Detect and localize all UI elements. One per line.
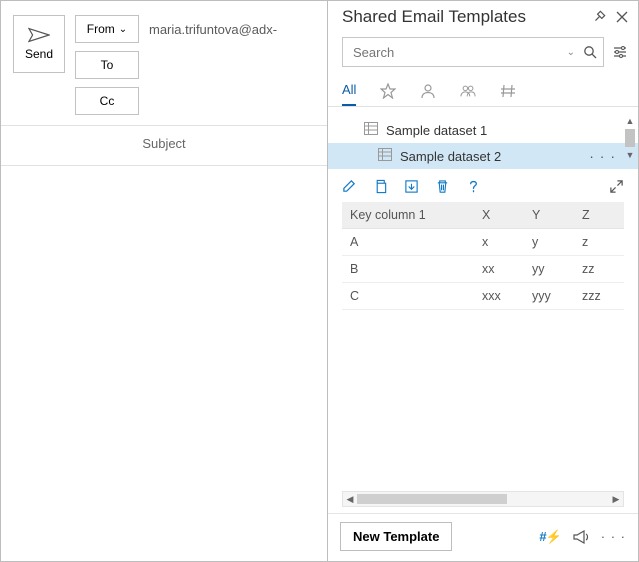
pin-icon[interactable] — [592, 10, 606, 24]
megaphone-icon[interactable] — [573, 530, 589, 544]
tab-team[interactable] — [460, 75, 476, 106]
copy-icon[interactable] — [373, 179, 388, 194]
search-icon[interactable] — [583, 45, 597, 59]
close-icon[interactable] — [616, 10, 628, 24]
field-buttons-column: From ⌄ To Cc — [75, 15, 139, 115]
dataset-tree: Sample dataset 1 Sample dataset 2 · · · — [328, 107, 638, 169]
to-button[interactable]: To — [75, 51, 139, 79]
help-icon[interactable] — [466, 179, 481, 194]
grid-spacer — [342, 310, 624, 487]
grid-cell: zz — [574, 256, 624, 283]
grid-header[interactable]: Z — [574, 202, 624, 229]
search-box[interactable]: ⌄ — [342, 37, 604, 67]
tree-item[interactable]: Sample dataset 1 — [328, 117, 638, 143]
send-label: Send — [25, 47, 53, 61]
compose-panel: Send From ⌄ To Cc maria.trifuntova@adx- — [1, 1, 327, 561]
templates-panel: Shared Email Templates ⌄ — [327, 1, 638, 561]
scroll-down-icon[interactable]: ▼ — [626, 149, 635, 161]
chevron-down-icon[interactable]: ⌄ — [567, 47, 575, 58]
new-template-button[interactable]: New Template — [340, 522, 452, 551]
send-icon — [28, 27, 50, 43]
grid-cell: z — [574, 229, 624, 256]
cc-button[interactable]: Cc — [75, 87, 139, 115]
dataset-icon — [378, 148, 392, 164]
grid-cell: yyy — [524, 283, 574, 310]
from-value[interactable]: maria.trifuntova@adx- — [149, 15, 315, 43]
scroll-right-icon[interactable]: ▶ — [609, 494, 623, 505]
grid-cell: B — [342, 256, 474, 283]
grid-cell: x — [474, 229, 524, 256]
person-icon — [420, 83, 436, 99]
search-input[interactable] — [353, 45, 567, 60]
tabs: All — [328, 73, 638, 107]
team-icon — [460, 83, 476, 99]
to-value[interactable] — [149, 51, 315, 79]
hash-icon — [500, 83, 516, 99]
expand-icon[interactable] — [609, 179, 624, 194]
edit-icon[interactable] — [342, 179, 357, 194]
dataset-toolbar — [328, 169, 638, 202]
grid-cell: zzz — [574, 283, 624, 310]
from-button[interactable]: From ⌄ — [75, 15, 139, 43]
star-icon — [380, 83, 396, 99]
subject-label: Subject — [142, 136, 185, 151]
tree-item-label: Sample dataset 2 — [400, 149, 501, 164]
grid-header[interactable]: Y — [524, 202, 574, 229]
cc-value[interactable] — [149, 87, 315, 115]
scroll-thumb[interactable] — [625, 129, 635, 147]
grid-header[interactable]: X — [474, 202, 524, 229]
grid-cell: A — [342, 229, 474, 256]
tab-all[interactable]: All — [342, 75, 356, 106]
send-button[interactable]: Send — [13, 15, 65, 73]
tab-person[interactable] — [420, 75, 436, 106]
grid-header[interactable]: Key column 1 — [342, 202, 474, 229]
grid-header-row: Key column 1 X Y Z — [342, 202, 624, 229]
data-grid: Key column 1 X Y Z A x y z — [342, 202, 624, 310]
more-icon[interactable]: · · · — [589, 148, 616, 164]
from-label: From — [87, 22, 115, 36]
table-row[interactable]: C xxx yyy zzz — [342, 283, 624, 310]
footer-actions: #⚡ · · · — [539, 529, 626, 545]
field-values-column: maria.trifuntova@adx- — [149, 15, 315, 115]
scroll-up-icon[interactable]: ▲ — [626, 115, 635, 127]
tab-favorites[interactable] — [380, 75, 396, 106]
subject-field[interactable]: Subject — [1, 126, 327, 166]
grid-cell: xx — [474, 256, 524, 283]
import-icon[interactable] — [404, 179, 419, 194]
compose-body[interactable] — [1, 166, 327, 561]
cc-label: Cc — [100, 94, 115, 108]
grid-cell: C — [342, 283, 474, 310]
chevron-down-icon: ⌄ — [119, 24, 127, 35]
scroll-thumb[interactable] — [357, 494, 507, 504]
vertical-scrollbar[interactable]: ▲ ▼ — [622, 115, 638, 175]
grid-cell: xxx — [474, 283, 524, 310]
scroll-track[interactable] — [357, 492, 609, 506]
tree-item-selected[interactable]: Sample dataset 2 · · · — [328, 143, 638, 169]
horizontal-scrollbar[interactable]: ◀ ▶ — [342, 491, 624, 507]
more-icon[interactable]: · · · — [601, 529, 626, 544]
dataset-icon — [364, 122, 378, 138]
panel-header: Shared Email Templates — [328, 1, 638, 31]
compose-header: Send From ⌄ To Cc maria.trifuntova@adx- — [1, 1, 327, 126]
delete-icon[interactable] — [435, 179, 450, 194]
panel-footer: New Template #⚡ · · · — [328, 513, 638, 561]
grid-cell: yy — [524, 256, 574, 283]
content-area: Sample dataset 1 Sample dataset 2 · · · … — [328, 107, 638, 513]
panel-title: Shared Email Templates — [342, 7, 526, 27]
search-row: ⌄ — [328, 31, 638, 73]
tab-hash[interactable] — [500, 75, 516, 106]
app-window: Send From ⌄ To Cc maria.trifuntova@adx- — [0, 0, 639, 562]
table-row[interactable]: B xx yy zz — [342, 256, 624, 283]
hash-bolt-icon[interactable]: #⚡ — [539, 529, 560, 545]
to-label: To — [101, 58, 114, 72]
filter-settings-icon[interactable] — [612, 44, 628, 60]
tab-all-label: All — [342, 82, 356, 97]
table-row[interactable]: A x y z — [342, 229, 624, 256]
scroll-left-icon[interactable]: ◀ — [343, 494, 357, 505]
tree-item-label: Sample dataset 1 — [386, 123, 487, 138]
grid-wrap: Key column 1 X Y Z A x y z — [342, 202, 624, 487]
grid-cell: y — [524, 229, 574, 256]
panel-header-actions — [592, 10, 628, 24]
